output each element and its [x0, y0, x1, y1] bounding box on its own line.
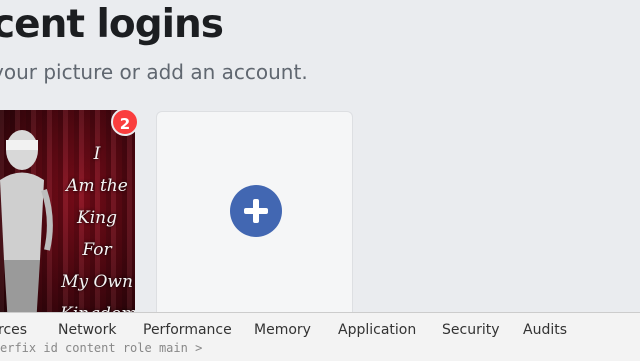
- plus-circle-icon[interactable]: [230, 185, 282, 237]
- devtools-panel: rces Network Performance Memory Applicat…: [0, 312, 640, 361]
- devtools-tab-performance[interactable]: Performance: [143, 322, 232, 338]
- profile-photo-caption: I Am the King For My Own Kingdom: [60, 144, 135, 324]
- profile-card[interactable]: I Am the King For My Own Kingdom: [0, 110, 135, 325]
- devtools-tab-audits[interactable]: Audits: [523, 322, 567, 338]
- page-subtitle: your picture or add an account.: [0, 60, 308, 84]
- devtools-breadcrumb: erfix id content role main >: [0, 341, 203, 355]
- add-account-card[interactable]: [156, 111, 353, 326]
- devtools-tab-security[interactable]: Security: [442, 322, 500, 338]
- page-title: cent logins: [0, 2, 224, 47]
- devtools-tab-network[interactable]: Network: [58, 322, 116, 338]
- devtools-tab-application[interactable]: Application: [338, 322, 416, 338]
- profile-photo-figure: [0, 130, 53, 325]
- devtools-tab-memory[interactable]: Memory: [254, 322, 311, 338]
- notification-badge: 2: [111, 108, 139, 136]
- devtools-tab-sources[interactable]: rces: [0, 322, 27, 338]
